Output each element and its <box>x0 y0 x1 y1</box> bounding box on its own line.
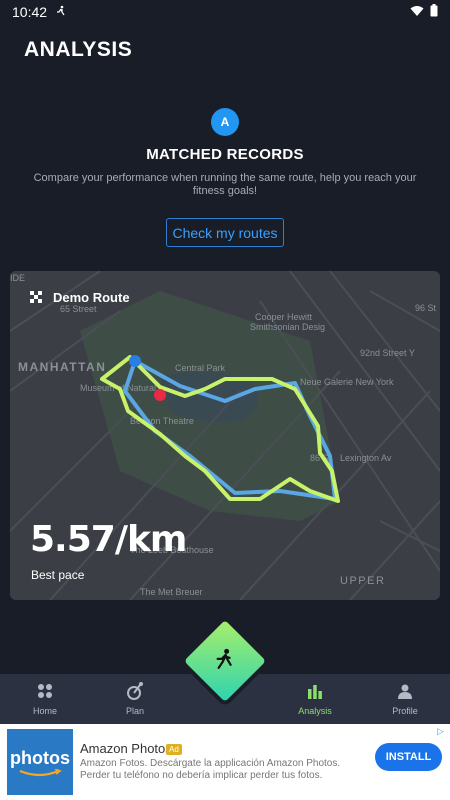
records-title: MATCHED RECORDS <box>146 146 304 163</box>
ad-logo-text: photos <box>10 747 70 768</box>
amazon-photos-logo: photos <box>7 729 73 795</box>
ad-tag: Ad <box>166 744 182 755</box>
check-my-routes-button[interactable]: Check my routes <box>166 218 284 247</box>
best-pace-label: Best pace <box>31 568 85 582</box>
map-label: Neue Galerie New York <box>300 377 394 387</box>
map-label: Cooper Hewitt <box>255 312 313 322</box>
map-label: 92nd Street Y <box>360 348 415 358</box>
route-map-card[interactable]: IDE 65 Street MANHATTAN Central Park Coo… <box>10 271 440 600</box>
map-label: UPPER <box>340 575 385 587</box>
map-label: The Met Breuer <box>140 587 203 597</box>
grid-icon <box>37 682 53 700</box>
plan-icon <box>126 682 144 700</box>
map-label: MANHATTAN <box>18 360 106 374</box>
bar-chart-icon <box>307 682 323 700</box>
route-end-marker <box>154 389 166 401</box>
nav-label: Plan <box>125 706 144 716</box>
map-label: Central Park <box>175 363 226 373</box>
nav-item-profile[interactable]: Profile <box>360 674 450 724</box>
nav-label: Analysis <box>298 706 332 716</box>
nav-item-home[interactable]: Home <box>0 674 90 724</box>
runner-status-icon <box>55 4 67 20</box>
nav-item-plan[interactable]: Plan <box>90 674 180 724</box>
person-icon <box>397 682 413 700</box>
best-pace-value: 5.57/km <box>30 519 187 560</box>
badge-letter: A <box>220 115 230 129</box>
amazon-smile-icon <box>19 768 62 776</box>
nav-item-analysis[interactable]: Analysis <box>270 674 360 724</box>
map-label: Lexington Av <box>340 453 392 463</box>
ad-banner[interactable]: photos Amazon Photos Ad Amazon Fotos. De… <box>0 724 450 800</box>
ad-app-name: Amazon Photos <box>80 741 172 756</box>
route-name: Demo Route <box>53 290 130 305</box>
map-label: 96 St <box>415 303 437 313</box>
checkered-flag-icon <box>30 291 42 303</box>
map-label: IDE <box>10 273 25 283</box>
map-label: Smithsonian Desig <box>250 322 325 332</box>
nav-label: Profile <box>392 706 418 716</box>
status-time: 10:42 <box>12 4 48 20</box>
route-start-marker <box>129 355 141 367</box>
page-title: ANALYSIS <box>24 38 133 61</box>
nav-label: Home <box>32 706 57 716</box>
records-description: Compare your performance when running th… <box>33 172 417 197</box>
adchoices-icon[interactable]: ▷ <box>437 726 444 737</box>
ad-description: Amazon Fotos. Descárgate la applicación … <box>80 758 341 781</box>
runner-icon <box>214 648 236 675</box>
install-button[interactable]: INSTALL <box>375 743 442 771</box>
battery-icon <box>430 4 438 20</box>
records-badge-icon: A <box>211 108 239 136</box>
status-bar: 10:42 <box>0 0 450 24</box>
map-label: 65 Street <box>60 304 97 314</box>
wifi-icon <box>410 4 424 20</box>
